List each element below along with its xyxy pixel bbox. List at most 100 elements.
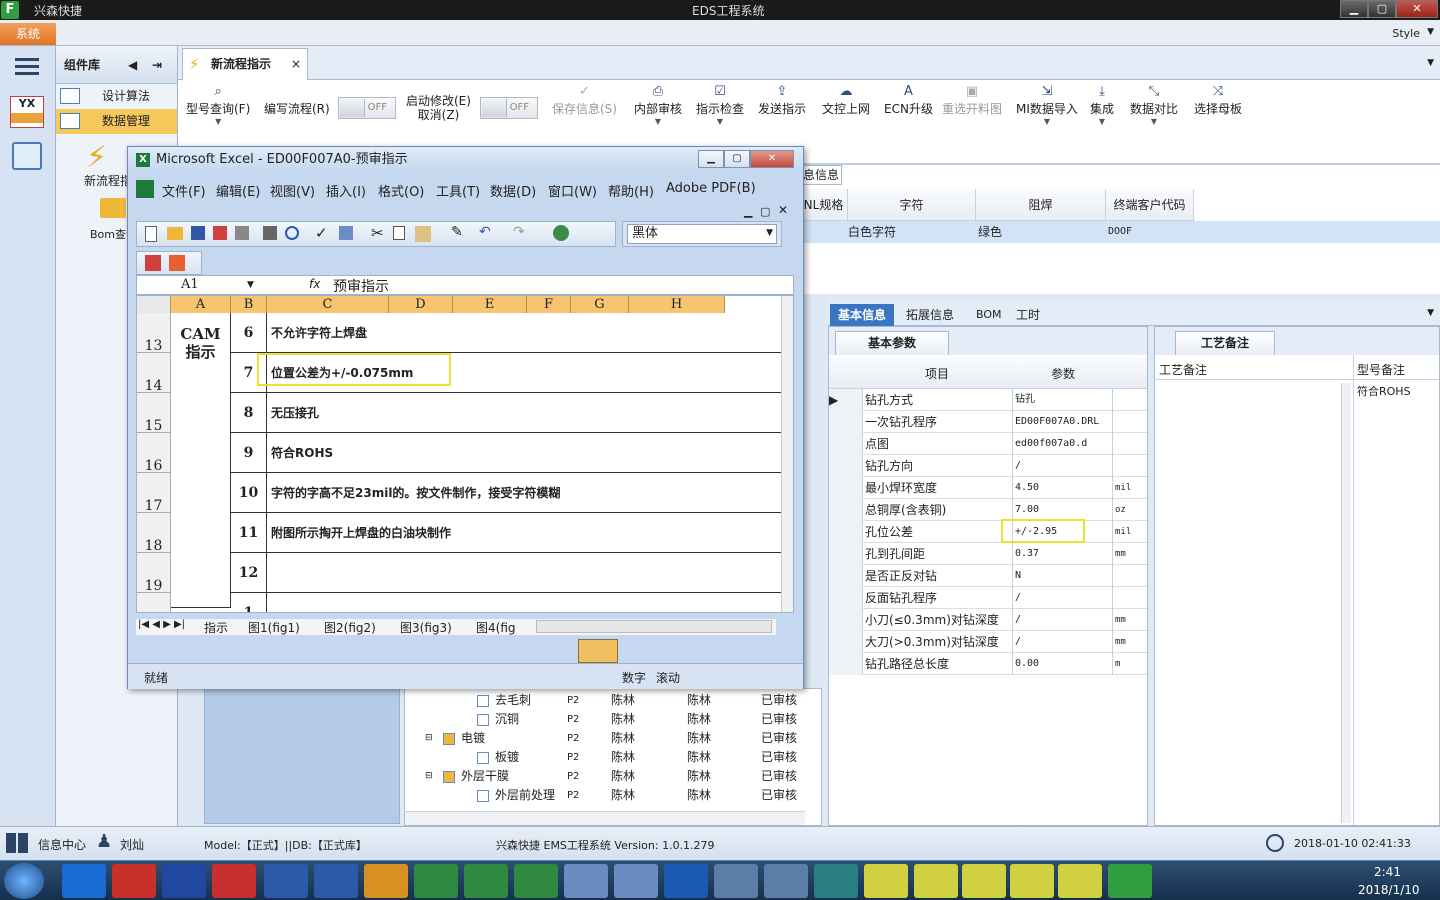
row-header[interactable]: 20 bbox=[137, 593, 171, 612]
taskbar-image2-icon[interactable] bbox=[764, 864, 808, 898]
edit-toggle[interactable]: OFF bbox=[480, 97, 538, 119]
cut-icon[interactable]: ✂ bbox=[371, 224, 384, 242]
tree-row[interactable]: ⊟ 外层干膜 P2 陈林 陈林 已审核 bbox=[405, 767, 805, 786]
launcher-new-flow[interactable]: 新流程指 bbox=[84, 172, 132, 189]
comp-item-design[interactable]: 设计算法 bbox=[56, 84, 177, 109]
menu-adobe-pdf[interactable]: Adobe PDF(B) bbox=[666, 181, 756, 196]
col-header-model-note[interactable]: 型号备注 bbox=[1357, 361, 1405, 378]
row-header[interactable]: 19 bbox=[137, 553, 171, 594]
taskbar-excel2-icon[interactable] bbox=[464, 864, 508, 898]
taskbar-word2-icon[interactable] bbox=[314, 864, 358, 898]
doc-minimize-icon[interactable]: ▁ bbox=[744, 205, 752, 218]
drawing-tool-icon[interactable] bbox=[578, 639, 618, 663]
taskbar-image-icon[interactable] bbox=[714, 864, 758, 898]
send-instruction-button[interactable]: ⇪ 发送指示 bbox=[758, 84, 806, 117]
instruction-cell[interactable]: 符合ROHS bbox=[267, 433, 781, 473]
integrate-button[interactable]: ⤓ 集成 ▼ bbox=[1090, 84, 1114, 127]
row-selector[interactable] bbox=[829, 631, 863, 653]
open-folder-icon[interactable] bbox=[167, 227, 183, 240]
param-row[interactable]: ▶ 钻孔方式 钻孔 bbox=[829, 389, 1147, 411]
row-header[interactable]: 14 bbox=[137, 353, 171, 394]
instruction-cell[interactable] bbox=[267, 553, 781, 593]
doc-close-icon[interactable]: ✕ bbox=[778, 203, 788, 217]
param-row[interactable]: 钻孔方向 / bbox=[829, 455, 1147, 477]
sheet-tab-fig3[interactable]: 图3(fig3) bbox=[400, 619, 452, 636]
sheet-nav-arrows-icon[interactable]: |◀ ◀ ▶ ▶| bbox=[138, 619, 185, 630]
row-header[interactable]: 13 bbox=[137, 313, 171, 354]
menu-edit[interactable]: 编辑(E) bbox=[216, 181, 260, 200]
taskbar-eye-icon[interactable] bbox=[814, 864, 858, 898]
info-tab-partial[interactable]: 息信息 bbox=[800, 165, 842, 185]
excel-maximize-button[interactable]: ▢ bbox=[724, 150, 750, 168]
tree-row[interactable]: 外层前处理 P2 陈林 陈林 已审核 bbox=[405, 786, 805, 805]
param-row[interactable]: 小刀(≤0.3mm)对钻深度 / mm bbox=[829, 609, 1147, 631]
write-flow-toggle[interactable]: OFF bbox=[338, 97, 396, 119]
tab-new-flow[interactable]: ⚡ 新流程指示 × bbox=[182, 48, 308, 80]
hyperlink-icon[interactable] bbox=[553, 225, 569, 241]
calendar-module-icon[interactable] bbox=[12, 142, 42, 170]
excel-window[interactable]: X Microsoft Excel - ED00F007A0-预审指示 ▁ ▢ … bbox=[127, 146, 804, 689]
taskbar-shell-icon[interactable] bbox=[364, 864, 408, 898]
row-header[interactable]: 16 bbox=[137, 433, 171, 474]
pin-icon[interactable]: ⇥ bbox=[152, 46, 162, 84]
folder-icon[interactable] bbox=[100, 198, 126, 218]
reselect-chart-button[interactable]: ▣ 重选开料图 bbox=[942, 84, 1002, 117]
menu-help[interactable]: 帮助(H) bbox=[608, 181, 654, 200]
write-flow-button[interactable]: 编写流程(R) bbox=[264, 100, 330, 117]
item-number-cell[interactable]: 9 bbox=[231, 433, 267, 473]
row-selector[interactable] bbox=[829, 609, 863, 631]
name-box[interactable]: A1 bbox=[181, 277, 199, 292]
convert-pdf-icon[interactable] bbox=[145, 255, 161, 271]
column-header[interactable]: H bbox=[629, 296, 725, 313]
font-dropdown-icon[interactable]: ▼ bbox=[766, 228, 773, 238]
param-value[interactable]: 0.37 bbox=[1013, 543, 1113, 565]
maximize-button[interactable]: ▢ bbox=[1368, 0, 1396, 18]
taskbar-app-red-icon[interactable] bbox=[112, 864, 156, 898]
save-icon[interactable] bbox=[191, 226, 205, 240]
item-number-cell[interactable]: 6 bbox=[231, 313, 267, 353]
param-value[interactable]: 4.50 bbox=[1013, 477, 1113, 499]
item-number-cell[interactable]: 12 bbox=[231, 553, 267, 593]
taskbar-cross3-icon[interactable] bbox=[962, 864, 1006, 898]
name-box-dropdown-icon[interactable]: ▼ bbox=[247, 280, 254, 290]
print-icon[interactable] bbox=[263, 226, 277, 240]
tab-basic-params[interactable]: 基本参数 bbox=[835, 331, 949, 355]
spelling-icon[interactable]: ✓ bbox=[315, 224, 328, 242]
tab-list-dropdown-icon[interactable]: ▼ bbox=[1427, 58, 1434, 68]
ecn-upgrade-button[interactable]: A ECN升级 bbox=[884, 84, 933, 117]
param-value[interactable]: ed00f007a0.d bbox=[1013, 433, 1113, 455]
col-header-customer-code[interactable]: 终端客户代码 bbox=[1106, 189, 1194, 221]
tree-row[interactable]: ⊟ 电镀 P2 陈林 陈林 已审核 bbox=[405, 729, 805, 748]
grid-apps-icon[interactable] bbox=[6, 833, 28, 853]
item-number-cell[interactable]: 11 bbox=[231, 513, 267, 553]
instruction-cell[interactable]: 无压接孔 bbox=[267, 393, 781, 433]
minimize-button[interactable]: ▁ bbox=[1340, 0, 1368, 18]
sheet-tab-instructions[interactable]: 指示 bbox=[204, 619, 228, 636]
column-header[interactable]: B bbox=[231, 296, 267, 313]
tab-bom[interactable]: BOM bbox=[968, 304, 1010, 326]
sheet-vertical-scrollbar[interactable] bbox=[781, 296, 793, 612]
model-query-button[interactable]: ⌕ 型号查询(F) ▼ bbox=[186, 84, 250, 127]
row-selector[interactable] bbox=[829, 653, 863, 675]
column-header[interactable]: A bbox=[171, 296, 231, 313]
instruction-cell[interactable]: 字符的字高不足23mil的。按文件制作，接受字符模糊 bbox=[267, 473, 781, 513]
redo-icon[interactable]: ↷ bbox=[513, 224, 525, 240]
print-preview-icon[interactable] bbox=[285, 226, 299, 240]
select-all-corner[interactable] bbox=[137, 296, 171, 313]
row-selector[interactable] bbox=[829, 543, 863, 565]
collapse-left-icon[interactable]: ◀ bbox=[128, 46, 137, 84]
param-value[interactable]: / bbox=[1013, 609, 1113, 631]
taskbar-doc2-icon[interactable] bbox=[614, 864, 658, 898]
hamburger-menu-icon[interactable] bbox=[15, 58, 39, 61]
menu-file[interactable]: 文件(F) bbox=[162, 181, 206, 200]
param-value[interactable]: / bbox=[1013, 631, 1113, 653]
choose-master-button[interactable]: ⤨ 选择母板 bbox=[1194, 84, 1242, 117]
col-header-item[interactable]: 项目 bbox=[925, 365, 949, 382]
row-selector[interactable] bbox=[829, 411, 863, 433]
col-header-nl-spec[interactable]: NL规格 bbox=[800, 189, 848, 221]
taskbar-excel-icon[interactable] bbox=[414, 864, 458, 898]
email-icon[interactable] bbox=[235, 226, 249, 240]
permission-icon[interactable] bbox=[213, 226, 227, 240]
menu-insert[interactable]: 插入(I) bbox=[326, 181, 366, 200]
new-icon[interactable] bbox=[145, 226, 157, 242]
